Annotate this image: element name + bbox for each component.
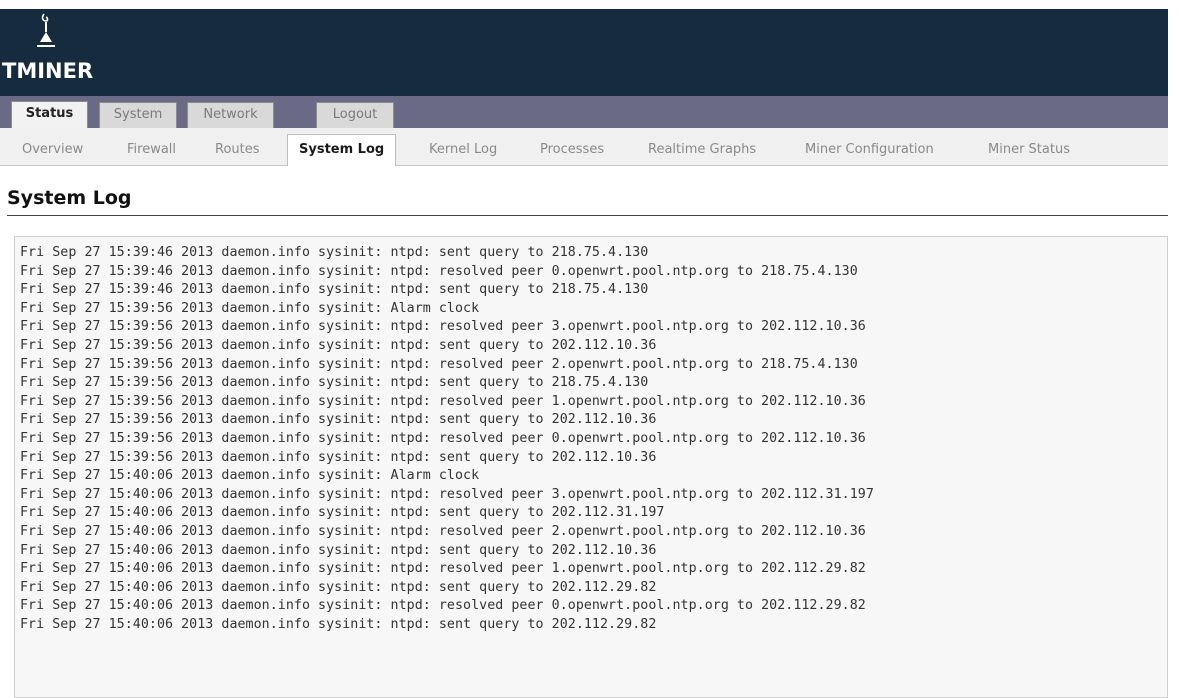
log-line: Fri Sep 27 15:40:06 2013 daemon.info sys… [20,617,657,632]
log-line: Fri Sep 27 15:39:46 2013 daemon.info sys… [20,263,858,279]
log-line: Fri Sep 27 15:40:06 2013 daemon.info sys… [20,505,665,521]
app-window: TMINER Status System Network Logout Over… [0,0,1179,698]
log-line: Fri Sep 27 15:40:06 2013 daemon.info sys… [20,468,480,484]
log-line: Fri Sep 27 15:40:06 2013 daemon.info sys… [20,542,657,558]
log-line: Fri Sep 27 15:39:56 2013 daemon.info sys… [20,375,649,391]
subnav-realtime-graphs[interactable]: Realtime Graphs [648,135,756,166]
primary-tab-bar: Status System Network Logout [0,96,1168,128]
tab-logout[interactable]: Logout [316,102,394,128]
log-line: Fri Sep 27 15:39:56 2013 daemon.info sys… [20,449,657,465]
tab-system[interactable]: System [99,102,177,128]
tab-status[interactable]: Status [11,101,88,128]
status-subnav: Overview Firewall Routes System Log Kern… [0,128,1168,167]
subnav-processes[interactable]: Processes [540,135,604,166]
log-line: Fri Sep 27 15:39:56 2013 daemon.info sys… [20,300,480,316]
log-line: Fri Sep 27 15:40:06 2013 daemon.info sys… [20,561,866,577]
log-line: Fri Sep 27 15:40:06 2013 daemon.info sys… [20,598,866,614]
subnav-overview[interactable]: Overview [22,135,83,166]
log-line: Fri Sep 27 15:39:56 2013 daemon.info sys… [20,431,866,446]
header-bar: TMINER [0,9,1168,96]
log-line: Fri Sep 27 15:39:56 2013 daemon.info sys… [20,356,858,372]
subnav-system-log[interactable]: System Log [287,134,397,167]
subnav-firewall[interactable]: Firewall [127,135,176,166]
log-line: Fri Sep 27 15:39:56 2013 daemon.info sys… [20,319,866,335]
log-line: Fri Sep 27 15:39:46 2013 daemon.info sys… [20,245,649,260]
miner-logo-icon [37,13,55,47]
subnav-kernel-log[interactable]: Kernel Log [429,135,497,166]
log-line: Fri Sep 27 15:39:46 2013 daemon.info sys… [20,282,649,298]
system-log-textarea[interactable]: Fri Sep 27 15:39:46 2013 daemon.info sys… [14,236,1168,698]
log-line: Fri Sep 27 15:40:06 2013 daemon.info sys… [20,524,866,539]
log-line: Fri Sep 27 15:39:56 2013 daemon.info sys… [20,412,657,428]
subnav-miner-status[interactable]: Miner Status [988,135,1070,166]
log-line: Fri Sep 27 15:39:56 2013 daemon.info sys… [20,393,866,409]
title-divider [7,215,1168,216]
log-line: Fri Sep 27 15:40:06 2013 daemon.info sys… [20,486,874,502]
tab-network[interactable]: Network [187,102,274,128]
main-content: System Log Fri Sep 27 15:39:46 2013 daem… [0,166,1168,698]
log-line: Fri Sep 27 15:39:56 2013 daemon.info sys… [20,338,657,353]
subnav-routes[interactable]: Routes [215,135,260,166]
brand-name: TMINER [2,59,94,83]
log-line: Fri Sep 27 15:40:06 2013 daemon.info sys… [20,579,657,595]
page-title: System Log [7,187,132,209]
subnav-miner-configuration[interactable]: Miner Configuration [805,135,934,166]
